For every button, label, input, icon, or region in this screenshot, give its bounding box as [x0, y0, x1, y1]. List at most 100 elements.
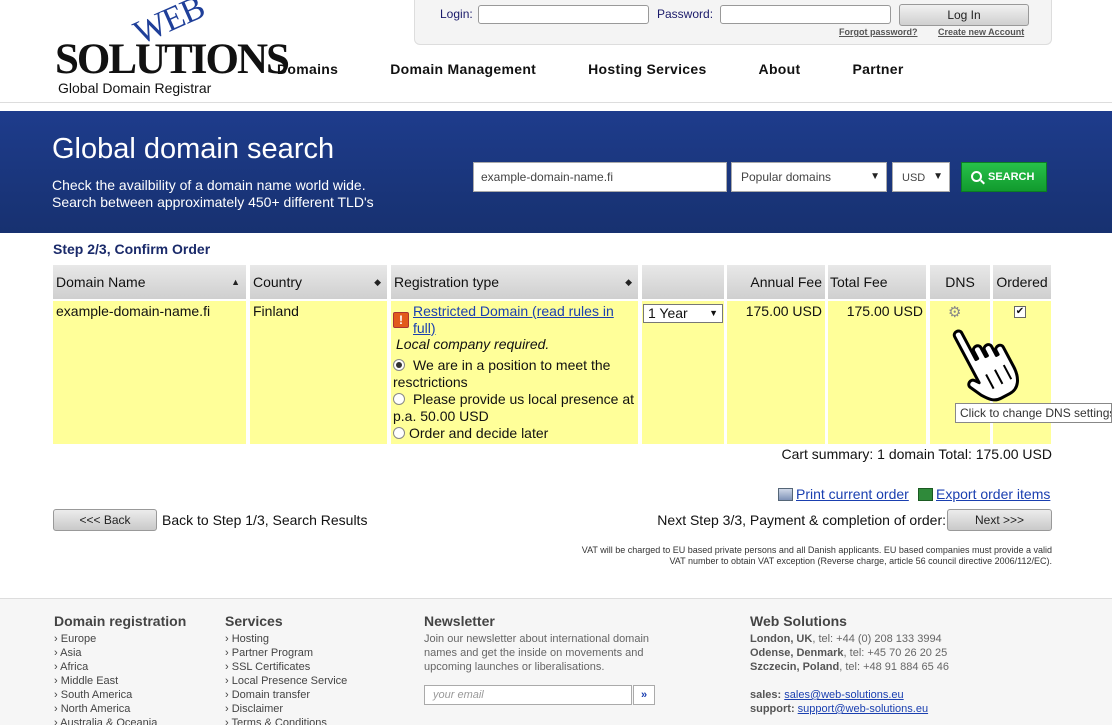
domains-select[interactable]: Popular domains ▼	[731, 162, 887, 192]
footer-heading: Domain registration	[54, 613, 187, 629]
warning-icon: !	[393, 312, 409, 328]
footer-link-south-america[interactable]: South America	[54, 688, 186, 702]
footer-link-australia-oceania[interactable]: Australia & Oceania	[54, 716, 186, 725]
currency-select-value: USD	[902, 172, 926, 184]
option-local-presence-label-cont: p.a. 50.00 USD	[393, 408, 489, 424]
footer-link-partner-program[interactable]: Partner Program	[225, 646, 347, 660]
create-account-link[interactable]: Create new Account	[938, 27, 1024, 37]
restricted-link-line-1: Restricted Domain (read rules in	[413, 303, 614, 319]
cell-total-fee: 175.00 USD	[828, 301, 926, 444]
column-header-country[interactable]: Country ◆	[250, 265, 387, 299]
footer-link-ssl-certificates[interactable]: SSL Certificates	[225, 660, 347, 674]
newsletter-submit-button[interactable]: »	[633, 685, 655, 705]
banner-line-2: Search between approximately 450+ differ…	[52, 194, 374, 210]
option-meet-restrictions-label: We are in a position to meet the	[413, 357, 611, 373]
footer-link-middle-east[interactable]: Middle East	[54, 674, 186, 688]
search-icon	[971, 171, 982, 182]
chevron-down-icon: ▼	[870, 171, 880, 182]
radio-meet-restrictions[interactable]	[393, 359, 405, 371]
domain-search-input[interactable]: example-domain-name.fi	[473, 162, 727, 192]
footer-domain-registration: Domain registration Europe Asia Africa M…	[54, 613, 186, 725]
next-button[interactable]: Next >>>	[947, 509, 1052, 531]
column-header-registration-type[interactable]: Registration type ◆	[391, 265, 638, 299]
office-city: Szczecin, Poland	[750, 661, 840, 673]
chevron-down-icon: ▼	[709, 308, 718, 318]
password-input[interactable]	[720, 5, 891, 24]
print-order-link[interactable]: Print current order	[778, 486, 909, 502]
site-footer: Domain registration Europe Asia Africa M…	[0, 598, 1112, 725]
currency-select[interactable]: USD ▼	[892, 162, 950, 192]
footer-heading: Web Solutions	[750, 613, 847, 629]
search-button[interactable]: SEARCH	[961, 162, 1047, 192]
column-header-total-fee: Total Fee	[828, 265, 926, 299]
footer-link-hosting[interactable]: Hosting	[225, 632, 347, 646]
cell-annual-fee: 175.00 USD	[727, 301, 825, 444]
column-header-period	[642, 265, 724, 299]
nav-hosting-services[interactable]: Hosting Services	[588, 61, 706, 77]
radio-decide-later[interactable]	[393, 427, 405, 439]
column-label: DNS	[945, 274, 975, 290]
log-in-button[interactable]: Log In	[899, 4, 1029, 26]
newsletter-email-input[interactable]: your email	[424, 685, 632, 705]
banner-description: Check the availbility of a domain name w…	[52, 177, 374, 211]
support-label: support:	[750, 703, 795, 715]
nav-domains[interactable]: Domains	[277, 61, 338, 77]
footer-link-terms[interactable]: Terms & Conditions	[225, 716, 347, 725]
export-order-link[interactable]: Export order items	[918, 486, 1050, 502]
vat-notice: VAT will be charged to EU based private …	[492, 545, 1052, 567]
footer-newsletter: Newsletter Join our newsletter about int…	[424, 613, 649, 674]
search-button-label: SEARCH	[988, 171, 1035, 183]
login-label: Login:	[440, 7, 473, 21]
annual-fee-value: 175.00 USD	[745, 303, 822, 319]
column-label: Annual Fee	[750, 274, 822, 290]
footer-link-local-presence[interactable]: Local Presence Service	[225, 674, 348, 688]
office-city: London, UK	[750, 633, 813, 645]
office-tel: , tel: +48 91 884 65 46	[839, 661, 950, 673]
dns-tooltip: Click to change DNS settings	[955, 403, 1112, 423]
footer-heading: Services	[225, 613, 283, 629]
export-order-label: Export order items	[936, 486, 1051, 502]
footer-link-domain-transfer[interactable]: Domain transfer	[225, 688, 347, 702]
office-london: London, UK, tel: +44 (0) 208 133 3994	[750, 632, 949, 646]
footer-link-europe[interactable]: Europe	[54, 632, 186, 646]
logo-solutions-text: SOLUTIONS	[55, 36, 290, 83]
newsletter-text-1: Join our newsletter about international …	[424, 633, 650, 645]
office-city: Odense, Denmark	[750, 647, 844, 659]
period-select[interactable]: 1 Year ▼	[643, 304, 723, 323]
period-select-value: 1 Year	[648, 305, 688, 321]
column-label: Registration type	[394, 274, 500, 290]
newsletter-text-2: names and get the inside on movements an…	[424, 647, 644, 659]
back-button[interactable]: <<< Back	[53, 509, 157, 531]
restricted-domain-link[interactable]: Restricted Domain (read rules in	[413, 303, 614, 319]
chevron-down-icon: ▼	[933, 171, 943, 182]
next-step-text: Next Step 3/3, Payment & completion of o…	[657, 512, 946, 528]
footer-link-africa[interactable]: Africa	[54, 660, 186, 674]
footer-link-north-america[interactable]: North America	[54, 702, 186, 716]
office-odense: Odense, Denmark, tel: +45 70 26 20 25	[750, 646, 949, 660]
column-label: Domain Name	[56, 274, 146, 290]
web-solutions-logo[interactable]: WEB SOLUTIONS Global Domain Registrar	[55, 0, 290, 97]
nav-domain-management[interactable]: Domain Management	[390, 61, 536, 77]
footer-heading: Newsletter	[424, 613, 495, 629]
footer-link-asia[interactable]: Asia	[54, 646, 186, 660]
office-tel: , tel: +44 (0) 208 133 3994	[812, 633, 942, 645]
sales-email-link[interactable]: sales@web-solutions.eu	[784, 689, 903, 701]
restricted-domain-link-cont[interactable]: full)	[413, 320, 436, 336]
page-title: Global domain search	[52, 133, 335, 165]
restricted-link-line-2: full)	[413, 320, 436, 336]
option-local-presence-label: Please provide us local presence at	[413, 391, 635, 407]
newsletter-text-3: upcoming launches or liberalisations.	[424, 661, 605, 673]
footer-link-disclaimer[interactable]: Disclaimer	[225, 702, 347, 716]
column-header-domain-name[interactable]: Domain Name ▲	[53, 265, 246, 299]
column-label: Total Fee	[830, 274, 888, 290]
printer-icon	[778, 488, 793, 501]
sales-contact: sales: sales@web-solutions.eu	[750, 688, 949, 702]
radio-local-presence[interactable]	[393, 393, 405, 405]
forgot-password-link[interactable]: Forgot password?	[839, 27, 918, 37]
nav-partner[interactable]: Partner	[852, 61, 903, 77]
nav-about[interactable]: About	[759, 61, 801, 77]
column-header-ordered: Ordered	[993, 265, 1051, 299]
footer-services: Services Hosting Partner Program SSL Cer…	[225, 613, 347, 725]
login-input[interactable]	[478, 5, 649, 24]
support-email-link[interactable]: support@web-solutions.eu	[798, 703, 928, 715]
